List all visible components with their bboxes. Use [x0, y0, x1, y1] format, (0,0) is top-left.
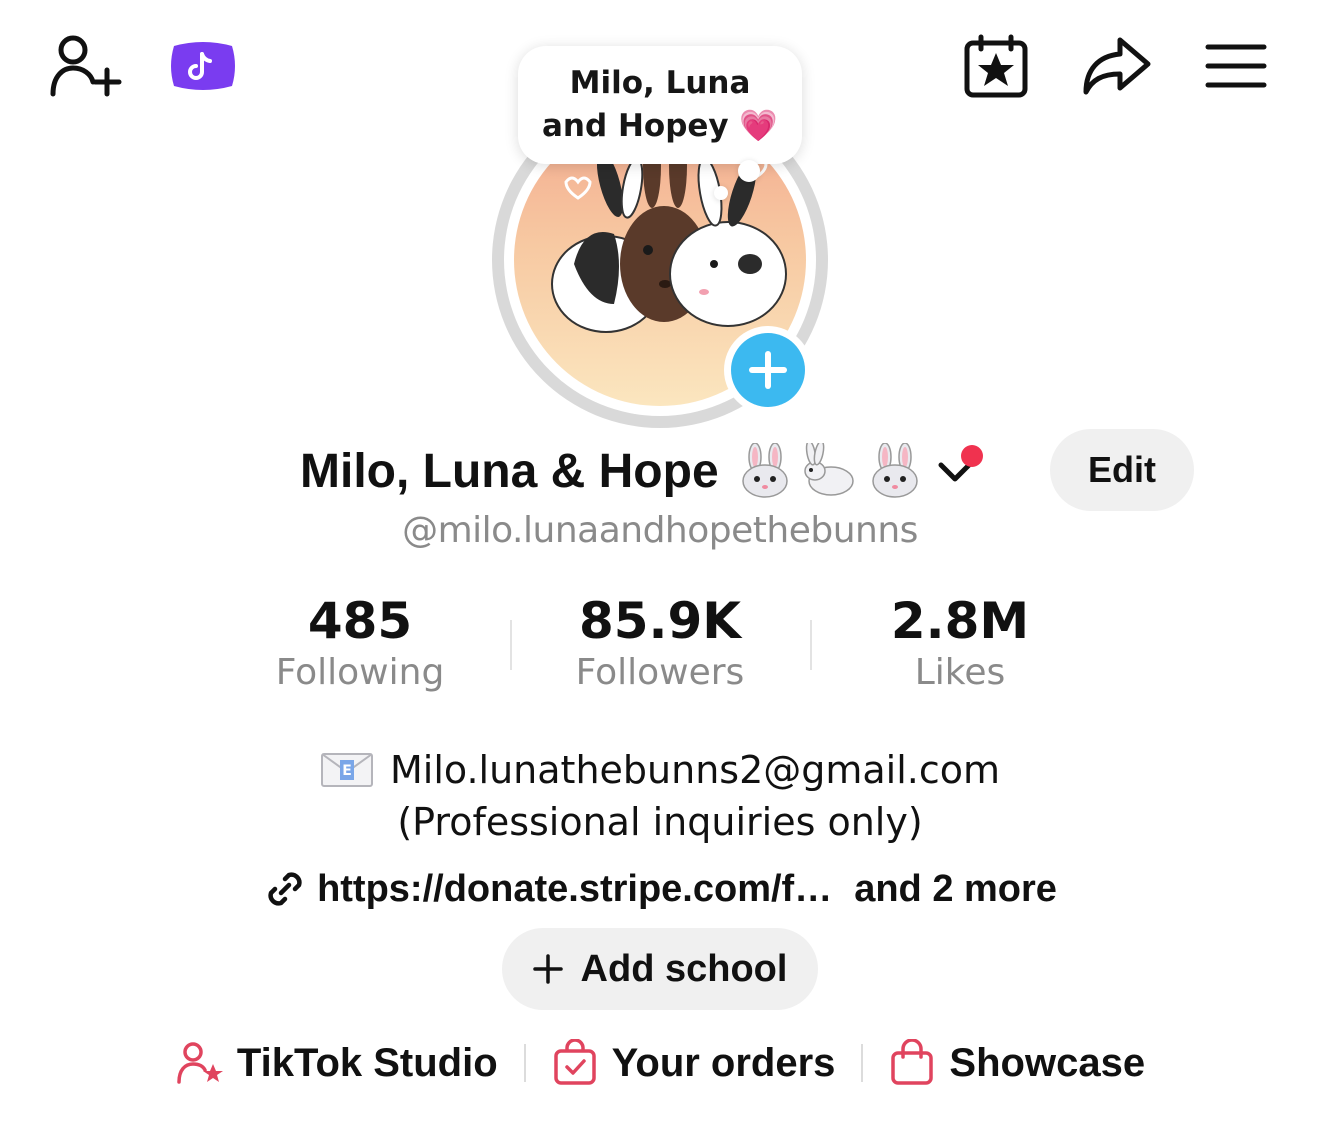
edit-profile-button[interactable]: Edit [1050, 429, 1194, 511]
stat-followers[interactable]: 85.9K Followers [510, 592, 810, 693]
order-bag-icon [553, 1039, 596, 1085]
tiktok-studio-label: TikTok Studio [236, 1040, 498, 1085]
note-bubble-tail [738, 160, 760, 182]
bio-note: (Professional inquiries only) [397, 800, 923, 844]
note-bubble[interactable]: Milo, Luna and Hopey 💗 [518, 46, 802, 164]
bio-email: Milo.lunathebunns2@gmail.com [389, 748, 1001, 792]
add-school-label: Add school [580, 947, 788, 990]
plus-icon [749, 351, 787, 389]
your-orders-link[interactable]: Your orders [552, 1039, 836, 1087]
notification-dot [960, 445, 983, 467]
more-links[interactable]: and 2 more [854, 868, 1057, 911]
bunny-face-icon [741, 443, 788, 498]
stat-label: Likes [914, 652, 1006, 693]
note-bubble-tail-small [714, 186, 728, 200]
stat-value: 485 [307, 592, 413, 650]
bio[interactable]: E Milo.lunathebunns2@gmail.com (Professi… [0, 744, 1320, 848]
link-icon [268, 872, 302, 906]
username: @milo.lunaandhopethebunns [402, 510, 918, 551]
menu-icon [1205, 44, 1267, 88]
add-story-button[interactable] [724, 326, 812, 414]
share-button[interactable] [1076, 30, 1156, 102]
display-name: Milo, Luna & Hope [300, 444, 719, 498]
your-orders-label: Your orders [611, 1040, 836, 1085]
stat-likes[interactable]: 2.8M Likes [810, 592, 1110, 693]
bunny-face-icon [871, 443, 918, 498]
creator-tools-row: TikTok Studio Your orders Showcase [0, 1030, 1320, 1096]
add-friend-button[interactable] [40, 28, 130, 104]
share-icon [1083, 37, 1151, 95]
stat-value: 2.8M [890, 592, 1030, 650]
svg-text:E: E [342, 763, 352, 779]
stat-label: Following [275, 652, 445, 693]
website-link[interactable]: https://donate.stripe.com/f… [317, 868, 832, 911]
divider [861, 1044, 864, 1082]
calendar-button[interactable] [958, 30, 1034, 102]
shopping-bag-icon [891, 1039, 934, 1085]
add-friend-icon [50, 35, 122, 97]
website-link-row[interactable]: https://donate.stripe.com/f… and 2 more [0, 862, 1320, 916]
tiktok-studio-link[interactable]: TikTok Studio [175, 1040, 498, 1086]
rabbit-icon [803, 443, 854, 496]
add-school-button[interactable]: Add school [502, 928, 818, 1010]
bunny-emojis [737, 443, 923, 499]
menu-button[interactable] [1198, 34, 1274, 98]
note-text: Milo, Luna and Hopey 💗 [541, 65, 779, 144]
envelope-icon: E [320, 753, 373, 787]
showcase-link[interactable]: Showcase [889, 1039, 1145, 1087]
divider [523, 1044, 526, 1082]
calendar-star-icon [964, 34, 1028, 98]
tiktok-badge-icon [171, 42, 235, 90]
stat-value: 85.9K [578, 592, 742, 650]
account-switch[interactable] [935, 445, 983, 491]
name-row[interactable]: Milo, Luna & Hope [300, 436, 983, 506]
plus-icon [532, 954, 563, 984]
showcase-label: Showcase [949, 1040, 1146, 1085]
stat-following[interactable]: 485 Following [210, 592, 510, 693]
stat-label: Followers [575, 652, 745, 693]
person-star-icon [177, 1042, 223, 1084]
tiktok-badge-button[interactable] [168, 38, 238, 94]
